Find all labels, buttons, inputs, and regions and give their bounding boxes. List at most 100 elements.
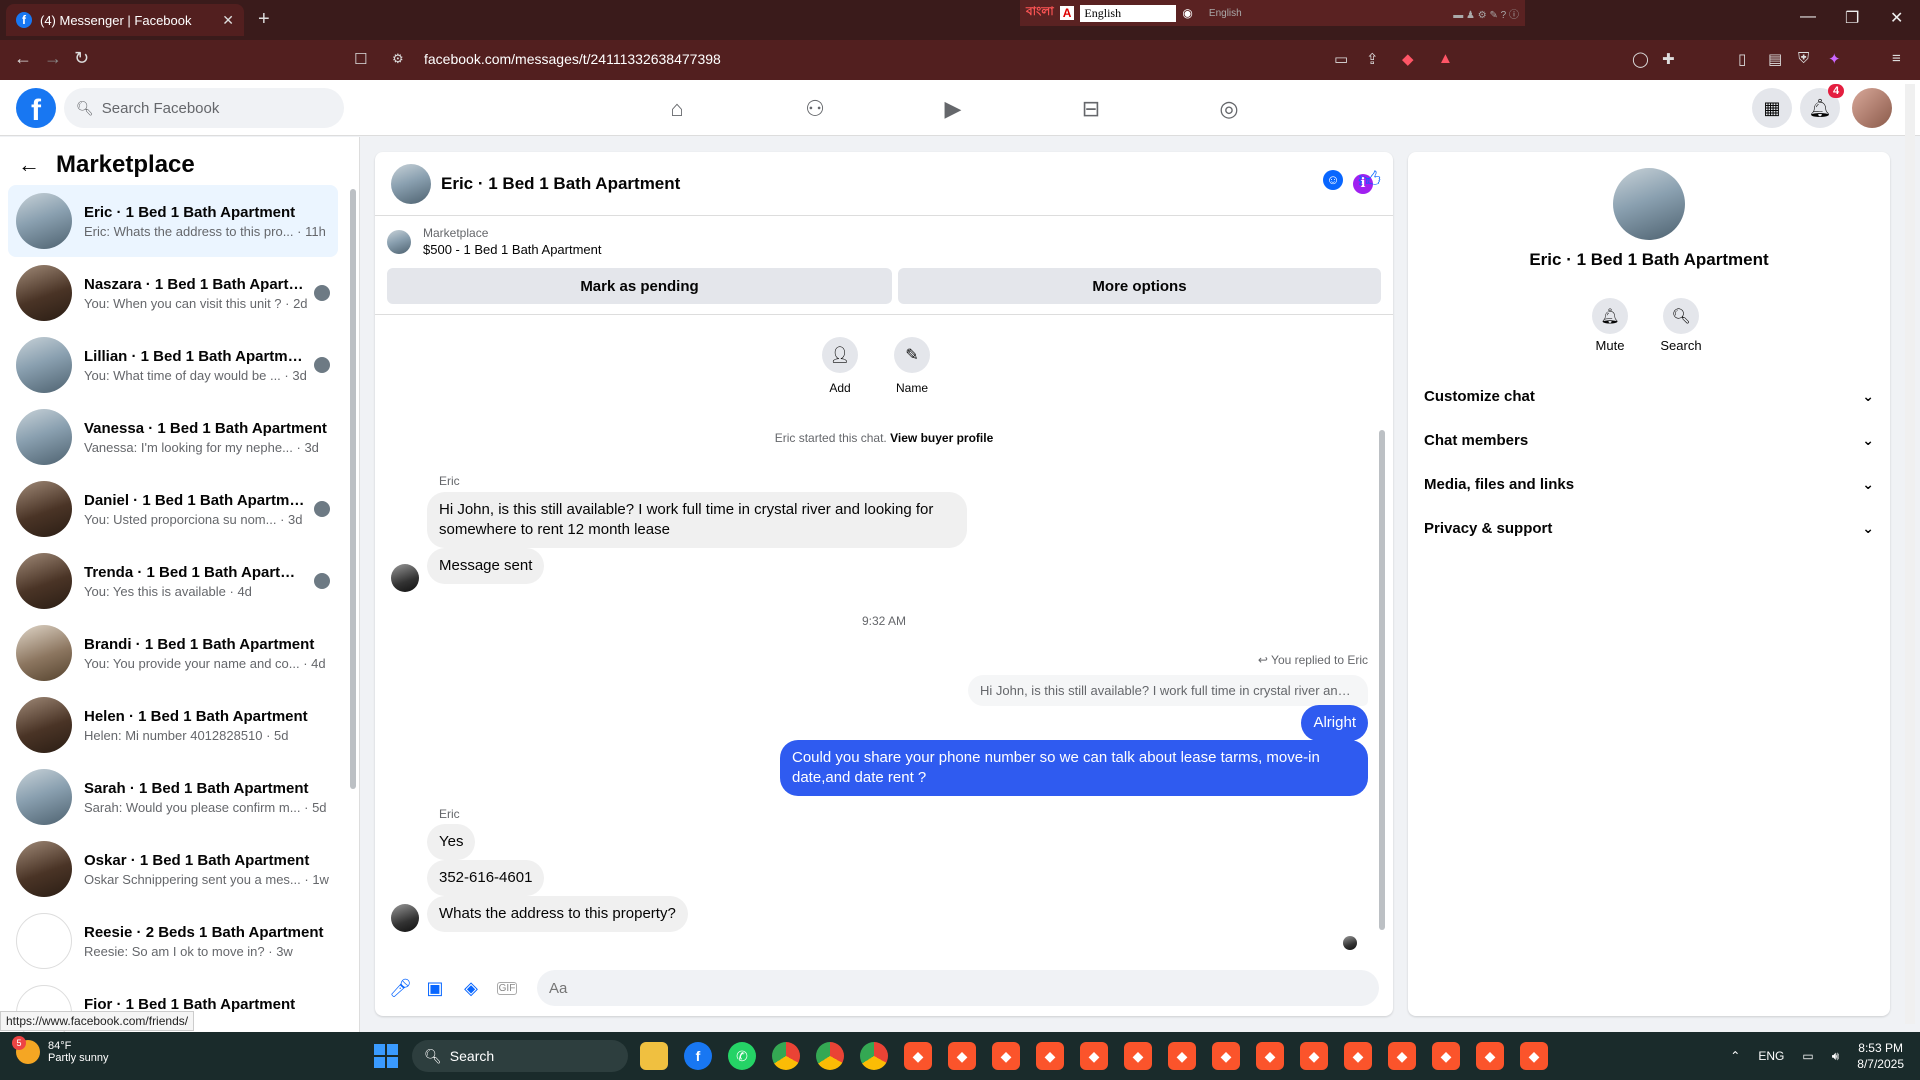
chat-title[interactable]: Eric · 1 Bed 1 Bath Apartment [441,174,680,194]
view-buyer-profile-link[interactable]: View buyer profile [890,431,993,445]
mark-as-pending-button[interactable]: Mark as pending [387,268,892,304]
chrome-icon[interactable] [860,1042,888,1070]
emoji-icon[interactable]: ☺ [1323,170,1343,190]
url-text[interactable]: facebook.com/messages/t/2411133263847739… [424,51,721,67]
menu-icon[interactable]: ≡ [1892,50,1901,67]
quoted-message[interactable]: Hi John, is this still available? I work… [968,675,1368,706]
brave-browser-icon[interactable]: ◆ [1344,1042,1372,1070]
chat-members-row[interactable]: Chat members ⌄ [1424,428,1874,452]
brave-browser-icon[interactable]: ◆ [904,1042,932,1070]
input-language[interactable]: ENG [1758,1049,1784,1063]
brave-browser-icon[interactable]: ◆ [1212,1042,1240,1070]
brave-rewards-icon[interactable]: ▲ [1438,50,1453,67]
media-files-links-row[interactable]: Media, files and links ⌄ [1424,472,1874,496]
conversation-item[interactable]: Oskar · 1 Bed 1 Bath Apartment Oskar Schn… [8,833,338,905]
like-thumb-icon[interactable]: 👍︎ [1358,166,1381,193]
restore-icon[interactable]: ❐ [1845,8,1859,28]
incoming-message[interactable]: Whats the address to this property? [427,896,688,932]
incoming-message[interactable]: Message sent [427,548,545,584]
facebook-search-input[interactable]: 🔍︎ Search Facebook [64,88,344,128]
conversation-item[interactable]: Helen · 1 Bed 1 Bath Apartment Helen: Mi … [8,689,338,761]
facebook-app-icon[interactable]: f [684,1042,712,1070]
browser-tab[interactable]: f (4) Messenger | Facebook ✕ [6,4,244,36]
globe-icon[interactable]: ◉ [1182,6,1192,20]
conversation-item[interactable]: Vanessa · 1 Bed 1 Bath Apartment Vanessa:… [8,401,338,473]
facebook-logo-icon[interactable]: f [16,88,56,128]
network-icon[interactable]: ▭ [1802,1049,1813,1063]
clock[interactable]: 8:53 PM 8/7/2025 [1857,1040,1904,1072]
close-tab-icon[interactable]: ✕ [222,12,234,29]
bangla-label[interactable]: বাংলা [1026,3,1054,23]
wallet-icon[interactable]: ▤ [1768,50,1782,68]
incoming-message[interactable]: Yes [427,824,476,860]
windows-start-icon[interactable] [374,1044,398,1068]
privacy-support-row[interactable]: Privacy & support ⌄ [1424,516,1874,540]
chat-avatar[interactable] [391,163,431,204]
sidebar-scrollbar[interactable] [350,189,356,789]
site-info-icon[interactable]: ⚙ [392,51,404,67]
file-explorer-icon[interactable] [640,1042,668,1070]
brave-browser-icon[interactable]: ◆ [992,1042,1020,1070]
conversation-item[interactable]: Reesie · 2 Beds 1 Bath Apartment Reesie: … [8,905,338,977]
brave-browser-icon[interactable]: ◆ [1432,1042,1460,1070]
profile-avatar[interactable] [1852,88,1892,128]
listing-summary[interactable]: Marketplace $500 - 1 Bed 1 Bath Apartmen… [387,226,602,257]
groups-icon[interactable]: ◎ [1216,96,1242,122]
more-options-button[interactable]: More options [898,268,1381,304]
brave-browser-icon[interactable]: ◆ [1476,1042,1504,1070]
incoming-message[interactable]: Hi John, is this still available? I work… [427,492,967,548]
home-icon[interactable]: ⌂ [664,96,690,122]
menu-grid-icon[interactable]: ▦ [1752,88,1792,128]
conversation-item[interactable]: Brandi · 1 Bed 1 Bath Apartment You: You … [8,617,338,689]
gif-icon[interactable]: GIF [497,981,517,995]
message-input[interactable] [537,970,1379,1006]
forward-icon[interactable]: → [44,48,62,69]
edit-name-icon[interactable]: ✎ [894,337,930,373]
brave-browser-icon[interactable]: ◆ [1080,1042,1108,1070]
conversation-item[interactable]: Sarah · 1 Bed 1 Bath Apartment Sarah: Wou… [8,761,338,833]
reload-icon[interactable]: ↻ [74,48,89,69]
weather-widget[interactable]: 5 84°F Partly sunny [12,1036,109,1064]
conversation-item[interactable]: Eric · 1 Bed 1 Bath Apartment Eric: Whats… [8,185,338,257]
search-conversation-icon[interactable]: 🔍︎ [1663,298,1699,334]
brave-browser-icon[interactable]: ◆ [1388,1042,1416,1070]
outgoing-message[interactable]: Could you share your phone number so we … [780,740,1368,796]
volume-icon[interactable]: 🔊︎ [1832,1049,1840,1064]
sidebar-toggle-icon[interactable]: ▯ [1738,50,1746,68]
puzzle-icon[interactable]: ✚ [1662,50,1675,68]
video-icon[interactable]: ▶ [940,96,966,122]
brave-browser-icon[interactable]: ◆ [1036,1042,1064,1070]
brave-shield-icon[interactable]: ◆ [1402,50,1414,68]
new-tab-icon[interactable]: + [258,8,270,31]
tray-chevron-up-icon[interactable]: ⌃ [1730,1049,1740,1063]
sender-avatar[interactable] [391,904,419,932]
add-person-icon[interactable]: 👤︎ [822,337,858,373]
sticker-icon[interactable]: ◈ [461,978,481,999]
incoming-message[interactable]: 352-616-4601 [427,860,545,896]
extension-icon[interactable]: ◯ [1632,50,1649,68]
cast-icon[interactable]: ▭ [1334,50,1348,68]
toolbar-icons[interactable]: ▬ ♟ ⚙ ✎ ? ⓘ [1453,6,1519,21]
customize-chat-row[interactable]: Customize chat ⌄ [1424,384,1874,408]
friends-icon[interactable]: ⚇ [802,96,828,122]
brave-browser-icon[interactable]: ◆ [1256,1042,1284,1070]
conversation-item[interactable]: Trenda · 1 Bed 1 Bath Apartme... You: Yes… [8,545,338,617]
vpn-icon[interactable]: ⛨ [1798,50,1809,67]
taskbar-search[interactable]: 🔍︎ Search [412,1040,628,1072]
photo-icon[interactable]: ▣ [425,978,445,999]
bookmark-icon[interactable]: ☐ [354,50,367,68]
language-select[interactable]: English [1080,4,1177,22]
share-icon[interactable]: ⇪ [1366,50,1379,68]
conversation-item[interactable]: Lillian · 1 Bed 1 Bath Apartment You: Wha… [8,329,338,401]
mute-bell-icon[interactable]: 🔔︎ [1592,298,1628,334]
conversation-item[interactable]: Daniel · 1 Bed 1 Bath Apartment You: Uste… [8,473,338,545]
brave-browser-icon[interactable]: ◆ [1520,1042,1548,1070]
page-scrollbar[interactable] [1905,84,1915,1024]
info-avatar[interactable] [1613,168,1685,240]
marketplace-icon[interactable]: ⊟ [1078,96,1104,122]
conversation-item[interactable]: Naszara · 1 Bed 1 Bath Apartm... You: Whe… [8,257,338,329]
leo-icon[interactable]: ✦ [1828,50,1841,68]
brave-browser-icon[interactable]: ◆ [1168,1042,1196,1070]
minimize-icon[interactable]: — [1800,8,1816,26]
back-arrow-icon[interactable]: ← [18,152,40,178]
